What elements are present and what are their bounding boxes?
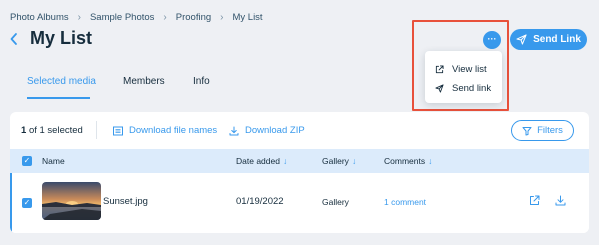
table-row[interactable]: ✓ Sunset.jpg 01/19/2022 Gallery 1 commen… xyxy=(10,173,589,233)
chevron-right-icon: › xyxy=(220,12,224,23)
toolbar-divider xyxy=(96,121,97,139)
breadcrumb-item-current: My List xyxy=(232,12,263,23)
filters-label: Filters xyxy=(537,125,563,136)
active-tab-indicator xyxy=(27,97,90,99)
column-header-gallery[interactable]: Gallery ↓ xyxy=(322,156,356,166)
menu-item-label: Send link xyxy=(452,83,492,94)
select-all-checkbox[interactable]: ✓ xyxy=(22,156,32,166)
download-icon xyxy=(229,126,239,135)
row-checkbox[interactable]: ✓ xyxy=(22,198,32,208)
chevron-right-icon: › xyxy=(163,12,167,23)
thumbnail-image[interactable] xyxy=(42,182,101,220)
more-actions-menu: View list Send link xyxy=(425,51,502,103)
selected-count-suffix: of 1 selected xyxy=(28,125,83,136)
breadcrumb-item-photo-albums[interactable]: Photo Albums xyxy=(10,12,69,23)
breadcrumb: Photo Albums › Sample Photos › Proofing … xyxy=(10,12,263,23)
column-header-label: Gallery xyxy=(322,156,349,166)
send-link-label: Send Link xyxy=(533,34,581,45)
menu-item-label: View list xyxy=(452,64,487,75)
breadcrumb-item-proofing[interactable]: Proofing xyxy=(176,12,211,23)
row-selected-indicator xyxy=(10,173,12,233)
list-icon xyxy=(113,126,123,135)
column-header-label: Comments xyxy=(384,156,426,166)
tab-info[interactable]: Info xyxy=(193,76,210,87)
file-name[interactable]: Sunset.jpg xyxy=(103,196,148,207)
download-icon[interactable] xyxy=(555,195,566,206)
download-file-names-button[interactable]: Download file names xyxy=(113,125,217,136)
column-header-label: Date added xyxy=(236,156,280,166)
menu-item-view-list[interactable]: View list xyxy=(435,64,487,75)
gallery-name: Gallery xyxy=(322,197,349,207)
menu-item-send-link[interactable]: Send link xyxy=(435,83,491,94)
tab-members[interactable]: Members xyxy=(123,76,165,87)
column-header-date-added[interactable]: Date added ↓ xyxy=(236,156,287,166)
send-link-button[interactable]: Send Link xyxy=(510,29,587,50)
external-link-icon[interactable] xyxy=(529,195,540,206)
table-header: ✓ Name Date added ↓ Gallery ↓ Comments ↓ xyxy=(10,149,589,173)
filter-icon xyxy=(522,126,532,135)
download-zip-label: Download ZIP xyxy=(245,125,305,136)
column-header-name[interactable]: Name xyxy=(42,156,65,166)
tab-selected-media[interactable]: Selected media xyxy=(27,76,96,87)
selected-count-number: 1 xyxy=(21,125,27,136)
download-file-names-label: Download file names xyxy=(129,125,218,136)
media-table-card: 1 of 1 selected Download file names Down… xyxy=(10,112,589,233)
date-added: 01/19/2022 xyxy=(236,196,284,207)
chevron-right-icon: › xyxy=(77,12,81,23)
column-header-comments[interactable]: Comments ↓ xyxy=(384,156,432,166)
sort-arrow-down-icon: ↓ xyxy=(282,156,288,166)
send-icon xyxy=(516,34,527,45)
sort-arrow-down-icon: ↓ xyxy=(351,156,357,166)
sort-arrow-down-icon: ↓ xyxy=(428,156,433,166)
back-arrow-icon[interactable] xyxy=(9,32,19,46)
page-title: My List xyxy=(30,28,93,48)
comments-link[interactable]: 1 comment xyxy=(384,197,426,207)
selection-count: 1 of 1 selected xyxy=(21,125,83,136)
column-header-label: Name xyxy=(42,156,65,166)
external-link-icon xyxy=(435,65,444,74)
breadcrumb-item-sample-photos[interactable]: Sample Photos xyxy=(90,12,154,23)
send-icon xyxy=(435,84,444,93)
filters-button[interactable]: Filters xyxy=(511,120,574,141)
download-zip-button[interactable]: Download ZIP xyxy=(229,125,305,136)
